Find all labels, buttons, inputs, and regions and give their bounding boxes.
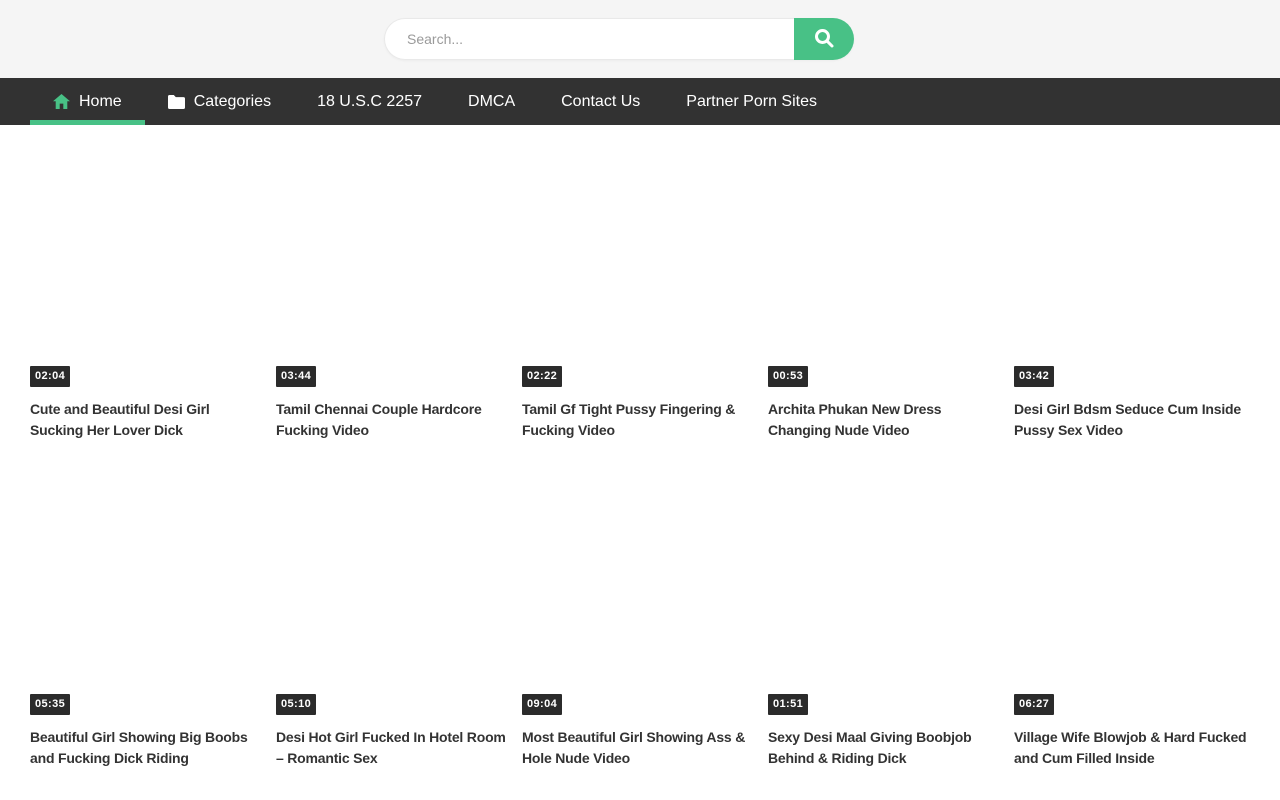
folder-icon [168, 95, 185, 109]
video-thumbnail[interactable]: 03:42 [1014, 141, 1250, 391]
duration-badge: 02:04 [30, 366, 70, 387]
video-card: 00:53 Archita Phukan New Dress Changing … [768, 141, 1004, 441]
video-card: 01:51 Sexy Desi Maal Giving Boobjob Behi… [768, 469, 1004, 769]
video-title[interactable]: Cute and Beautiful Desi Girl Sucking Her… [30, 399, 266, 441]
search-icon [812, 26, 836, 53]
nav-item-label: Categories [194, 93, 271, 111]
duration-badge: 01:51 [768, 694, 808, 715]
nav-item-dmca[interactable]: DMCA [445, 78, 538, 125]
nav-item-categories[interactable]: Categories [145, 78, 294, 125]
search-input[interactable] [384, 18, 794, 60]
video-title[interactable]: Beautiful Girl Showing Big Boobs and Fuc… [30, 727, 266, 769]
video-card: 05:35 Beautiful Girl Showing Big Boobs a… [30, 469, 266, 769]
video-thumbnail[interactable]: 06:27 [1014, 469, 1250, 719]
duration-badge: 06:27 [1014, 694, 1054, 715]
video-thumbnail[interactable]: 02:22 [522, 141, 758, 391]
nav-item-label: Contact Us [561, 93, 640, 111]
video-thumbnail[interactable]: 05:10 [276, 469, 512, 719]
nav-item-label: 18 U.S.C 2257 [317, 93, 422, 111]
home-icon [53, 94, 70, 109]
video-card: 03:42 Desi Girl Bdsm Seduce Cum Inside P… [1014, 141, 1250, 441]
duration-badge: 00:53 [768, 366, 808, 387]
video-grid: 02:04 Cute and Beautiful Desi Girl Sucki… [0, 125, 1280, 799]
duration-badge: 03:44 [276, 366, 316, 387]
search-bar [384, 18, 854, 60]
video-thumbnail[interactable]: 02:04 [30, 141, 266, 391]
video-thumbnail[interactable]: 03:44 [276, 141, 512, 391]
video-thumbnail[interactable]: 09:04 [522, 469, 758, 719]
nav-item-label: DMCA [468, 93, 515, 111]
video-thumbnail[interactable]: 01:51 [768, 469, 1004, 719]
video-card: 03:44 Tamil Chennai Couple Hardcore Fuck… [276, 141, 512, 441]
video-title[interactable]: Most Beautiful Girl Showing Ass & Hole N… [522, 727, 758, 769]
nav-item-label: Home [79, 93, 122, 111]
main-nav: Home Categories 18 U.S.C 2257 DMCA Conta… [0, 78, 1280, 125]
video-title[interactable]: Tamil Gf Tight Pussy Fingering & Fucking… [522, 399, 758, 441]
duration-badge: 09:04 [522, 694, 562, 715]
video-card: 09:04 Most Beautiful Girl Showing Ass & … [522, 469, 758, 769]
duration-badge: 05:10 [276, 694, 316, 715]
video-card: 06:27 Village Wife Blowjob & Hard Fucked… [1014, 469, 1250, 769]
video-title[interactable]: Tamil Chennai Couple Hardcore Fucking Vi… [276, 399, 512, 441]
video-thumbnail[interactable]: 00:53 [768, 141, 1004, 391]
nav-item-contact-us[interactable]: Contact Us [538, 78, 663, 125]
video-card: 02:04 Cute and Beautiful Desi Girl Sucki… [30, 141, 266, 441]
video-title[interactable]: Desi Girl Bdsm Seduce Cum Inside Pussy S… [1014, 399, 1250, 441]
nav-item-partner-porn-sites[interactable]: Partner Porn Sites [663, 78, 840, 125]
duration-badge: 03:42 [1014, 366, 1054, 387]
video-card: 02:22 Tamil Gf Tight Pussy Fingering & F… [522, 141, 758, 441]
nav-item-label: Partner Porn Sites [686, 93, 817, 111]
video-card: 05:10 Desi Hot Girl Fucked In Hotel Room… [276, 469, 512, 769]
search-button[interactable] [794, 18, 854, 60]
top-header [0, 0, 1280, 78]
video-title[interactable]: Desi Hot Girl Fucked In Hotel Room – Rom… [276, 727, 512, 769]
nav-item-18-u-s-c-2257[interactable]: 18 U.S.C 2257 [294, 78, 445, 125]
video-title[interactable]: Archita Phukan New Dress Changing Nude V… [768, 399, 1004, 441]
video-title[interactable]: Sexy Desi Maal Giving Boobjob Behind & R… [768, 727, 1004, 769]
duration-badge: 02:22 [522, 366, 562, 387]
video-title[interactable]: Village Wife Blowjob & Hard Fucked and C… [1014, 727, 1250, 769]
duration-badge: 05:35 [30, 694, 70, 715]
video-thumbnail[interactable]: 05:35 [30, 469, 266, 719]
nav-item-home[interactable]: Home [30, 78, 145, 125]
